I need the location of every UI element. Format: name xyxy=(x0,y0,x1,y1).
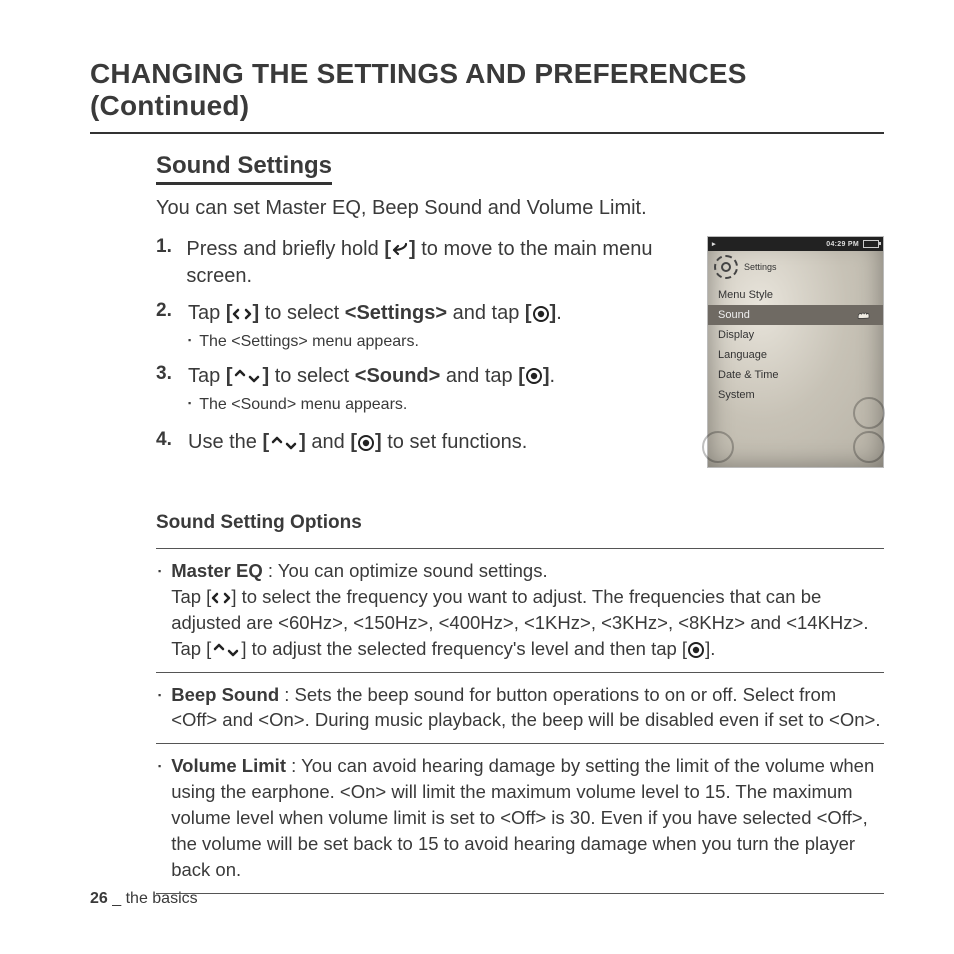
back-icon xyxy=(391,241,409,259)
step-text: Press and briefly hold xyxy=(186,238,384,260)
manual-page: CHANGING THE SETTINGS AND PREFERENCES (C… xyxy=(0,0,954,954)
decorative-ring xyxy=(853,431,885,463)
device-menu: Menu Style Sound Display Language Date &… xyxy=(708,285,883,405)
bullet-icon xyxy=(158,682,161,734)
step-text: and tap xyxy=(447,302,525,324)
step-4: 4. Use the [] and [] to set functions. xyxy=(156,429,685,456)
device-header: Settings xyxy=(708,251,883,283)
decorative-ring xyxy=(702,431,734,463)
step-sub: The <Sound> menu appears. xyxy=(188,394,555,416)
step-number: 3. xyxy=(156,363,178,385)
option-volume-limit: Volume Limit : You can avoid hearing dam… xyxy=(156,744,884,893)
bullet-icon xyxy=(158,558,161,662)
option-name: Beep Sound xyxy=(171,684,279,705)
up-down-icon xyxy=(269,434,299,452)
step-2: 2. Tap [] to select <Settings> and tap [… xyxy=(156,300,685,353)
step-text: . xyxy=(550,365,556,387)
step-text: . xyxy=(556,302,562,324)
step-text: Tap xyxy=(188,302,226,324)
step-text: Use the xyxy=(188,431,262,453)
step-text: and tap xyxy=(440,365,518,387)
options-list: Master EQ : You can optimize sound setti… xyxy=(156,548,884,894)
step-number: 4. xyxy=(156,429,178,451)
device-menu-item-selected[interactable]: Sound xyxy=(708,305,883,325)
options-heading: Sound Setting Options xyxy=(156,512,884,534)
option-master-eq: Master EQ : You can optimize sound setti… xyxy=(156,549,884,673)
step-bold: <Sound> xyxy=(355,365,441,387)
hand-pointer-icon xyxy=(855,310,873,320)
up-down-icon xyxy=(211,641,241,659)
option-detail: ]. xyxy=(705,638,715,659)
step-number: 1. xyxy=(156,236,176,258)
battery-icon xyxy=(863,240,879,248)
footer-sep: _ xyxy=(108,890,126,907)
confirm-icon xyxy=(525,367,543,385)
option-desc: : You can optimize sound settings. xyxy=(263,560,548,581)
device-time: 04:29 PM xyxy=(826,241,859,248)
intro-text: You can set Master EQ, Beep Sound and Vo… xyxy=(156,197,884,220)
step-text: to set functions. xyxy=(382,431,528,453)
option-name: Master EQ xyxy=(171,560,263,581)
option-detail: ] to adjust the selected frequency's lev… xyxy=(241,638,687,659)
decorative-ring xyxy=(853,397,885,429)
option-name: Volume Limit xyxy=(171,755,286,776)
step-3: 3. Tap [] to select <Sound> and tap []. … xyxy=(156,363,685,416)
device-menu-item[interactable]: Language xyxy=(708,345,883,365)
left-right-icon xyxy=(211,589,231,607)
option-detail: Tap [ xyxy=(171,586,211,607)
page-footer: 26 _ the basics xyxy=(90,890,198,908)
step-text: to select xyxy=(259,302,345,324)
confirm-icon xyxy=(687,641,705,659)
device-header-label: Settings xyxy=(744,262,777,272)
device-menu-item[interactable]: Date & Time xyxy=(708,365,883,385)
left-right-icon xyxy=(232,305,252,323)
step-text: to select xyxy=(269,365,355,387)
gear-icon xyxy=(714,255,738,279)
step-sub: The <Settings> menu appears. xyxy=(188,331,562,353)
page-number: 26 xyxy=(90,890,108,907)
step-number: 2. xyxy=(156,300,178,322)
step-bold: <Settings> xyxy=(345,302,447,324)
step-text: and xyxy=(306,431,350,453)
step-text: Tap xyxy=(188,365,226,387)
device-menu-item[interactable]: Display xyxy=(708,325,883,345)
up-down-icon xyxy=(232,367,262,385)
option-beep-sound: Beep Sound : Sets the beep sound for but… xyxy=(156,673,884,745)
device-screenshot: ▸ 04:29 PM Settings Menu Style Sound xyxy=(707,236,884,468)
bullet-icon xyxy=(158,753,161,882)
section-title: Sound Settings xyxy=(156,152,332,185)
footer-section: the basics xyxy=(126,890,198,907)
device-menu-item[interactable]: Menu Style xyxy=(708,285,883,305)
chapter-title: CHANGING THE SETTINGS AND PREFERENCES (C… xyxy=(90,58,884,134)
confirm-icon xyxy=(357,434,375,452)
step-1: 1. Press and briefly hold [] to move to … xyxy=(156,236,685,290)
content-area: Sound Settings You can set Master EQ, Be… xyxy=(156,152,884,894)
confirm-icon xyxy=(532,305,550,323)
device-menu-label: Sound xyxy=(718,307,750,323)
device-status-bar: ▸ 04:29 PM xyxy=(708,237,883,251)
